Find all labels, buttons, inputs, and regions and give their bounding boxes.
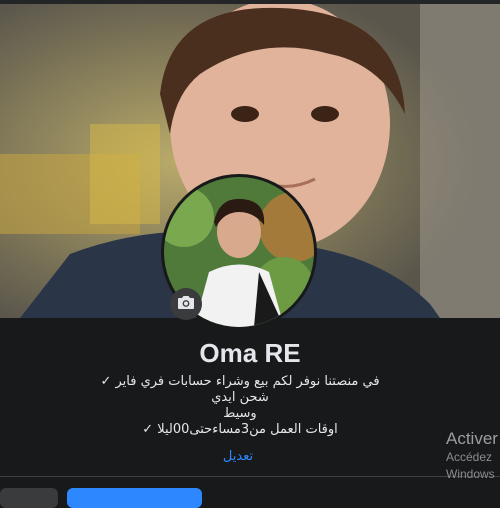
watermark-line: Windows	[446, 467, 495, 481]
bio-line: وسيط	[223, 406, 257, 421]
bio-line: في منصتنا نوفر لكم بيع وشراء حسابات فري …	[100, 374, 380, 389]
profile-bio: في منصتنا نوفر لكم بيع وشراء حسابات فري …	[0, 374, 480, 438]
bio-line: اوقات العمل من3مساءحتى00ليلا ✓	[142, 422, 338, 437]
windows-activation-watermark: Activer Accédez Windows	[446, 429, 498, 483]
secondary-action-button[interactable]	[0, 488, 58, 508]
bio-line: شحن ايدي	[211, 390, 269, 405]
camera-icon	[177, 294, 195, 314]
edit-bio-link[interactable]: تعديل	[0, 449, 476, 464]
watermark-line: Accédez	[446, 450, 493, 464]
profile-name: Oma RE	[199, 338, 301, 368]
watermark-title: Activer	[446, 429, 498, 448]
divider	[0, 476, 500, 477]
change-profile-photo-button[interactable]	[170, 288, 202, 320]
primary-action-button[interactable]	[67, 488, 202, 508]
